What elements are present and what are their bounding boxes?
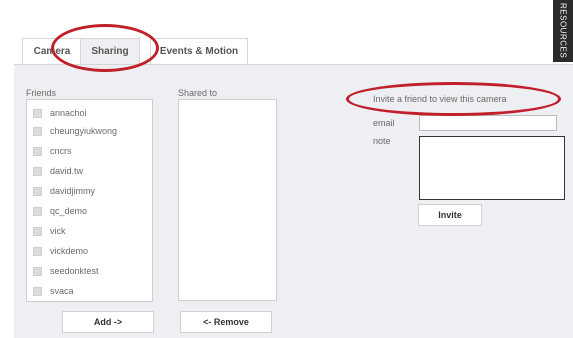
friend-name: david.tw <box>50 166 84 176</box>
list-item[interactable]: davidjimmy <box>33 183 95 199</box>
list-item[interactable]: cheungyiukwong <box>33 123 117 139</box>
friend-checkbox[interactable] <box>33 146 42 156</box>
email-field[interactable] <box>419 115 557 131</box>
list-item[interactable]: vickdemo <box>33 243 88 259</box>
list-item[interactable]: svaca <box>33 283 74 299</box>
resources-label: RESOURCES <box>553 0 573 62</box>
add-button[interactable]: Add -> <box>62 311 154 333</box>
friend-checkbox[interactable] <box>33 286 42 296</box>
annotation-oval-invite-title <box>346 82 561 116</box>
friend-name: vickdemo <box>50 246 89 256</box>
friends-list[interactable]: annachoi cheungyiukwong cncrs david.tw d… <box>26 99 153 302</box>
note-field[interactable] <box>419 136 565 200</box>
friend-name: seedonktest <box>50 266 99 276</box>
list-item[interactable]: cncrs <box>33 143 72 159</box>
annotation-oval-sharing-tab <box>51 24 159 72</box>
friend-checkbox[interactable] <box>33 126 42 136</box>
friend-name: svaca <box>50 286 74 296</box>
list-item[interactable]: seedonktest <box>33 263 99 279</box>
list-item[interactable]: vick <box>33 223 66 239</box>
friend-name: qc_demo <box>50 206 88 216</box>
friend-checkbox[interactable] <box>33 186 42 196</box>
tab-events-motion[interactable]: Events & Motion <box>150 38 248 64</box>
list-item[interactable]: qc_demo <box>33 203 87 219</box>
list-item[interactable]: annachoi <box>33 105 87 121</box>
friend-checkbox[interactable] <box>33 266 42 276</box>
friend-checkbox[interactable] <box>33 246 42 256</box>
note-label: note <box>373 136 391 146</box>
shared-to-list[interactable] <box>178 99 277 301</box>
friend-checkbox[interactable] <box>33 206 42 216</box>
friend-name: davidjimmy <box>50 186 96 196</box>
list-item[interactable]: david.tw <box>33 163 83 179</box>
friend-name: vick <box>50 226 66 236</box>
friend-name: cheungyiukwong <box>50 126 118 136</box>
friend-checkbox[interactable] <box>33 166 42 176</box>
invite-button[interactable]: Invite <box>418 204 482 226</box>
friend-checkbox[interactable] <box>33 108 42 118</box>
friend-checkbox[interactable] <box>33 226 42 236</box>
friend-name: annachoi <box>50 108 87 118</box>
friend-name: cncrs <box>50 146 72 156</box>
remove-button[interactable]: <- Remove <box>180 311 272 333</box>
friends-label: Friends <box>26 88 57 98</box>
email-label: email <box>373 118 395 128</box>
shared-to-label: Shared to <box>178 88 218 98</box>
